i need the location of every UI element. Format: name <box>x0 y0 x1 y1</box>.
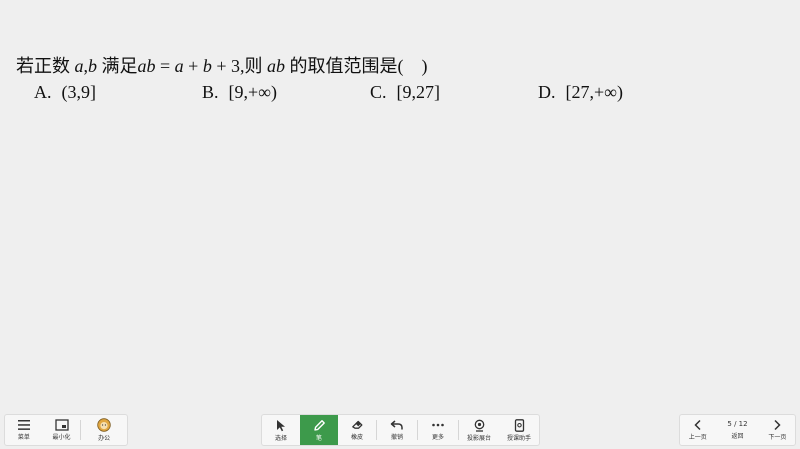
undo-button[interactable]: 撤销 <box>377 415 417 445</box>
option-text: [9,27] <box>396 82 441 102</box>
more-button[interactable]: 更多 <box>418 415 458 445</box>
question-part: 满足 <box>97 56 138 76</box>
variable: a <box>74 56 84 76</box>
phone-icon <box>514 418 524 432</box>
prev-page-button[interactable]: 上一页 <box>680 415 715 445</box>
right-toolbar: 上一页 5 / 12 返回 下一页 <box>679 414 796 446</box>
variable: ab <box>266 56 285 76</box>
option-text: [9,+∞) <box>228 82 277 102</box>
option-a: A. (3,9] <box>34 82 96 103</box>
page-indicator[interactable]: 5 / 12 返回 <box>715 415 759 445</box>
next-page-button[interactable]: 下一页 <box>760 415 795 445</box>
avatar-icon <box>97 418 111 432</box>
return-label: 返回 <box>731 432 744 440</box>
left-toolbar: 菜单 最小化 办公 <box>4 414 128 446</box>
cursor-icon <box>277 419 285 431</box>
question-part: = <box>155 56 175 76</box>
question-text: 若正数 a,b 满足ab = a + b + 3,则 ab 的取值范围是( ) <box>16 52 427 78</box>
option-letter: A. <box>34 82 52 102</box>
question-part: + <box>183 56 203 76</box>
answer-options: A. (3,9] B. [9,+∞) C. [9,27] D. [27,+∞) <box>0 82 800 106</box>
select-tool-button[interactable]: 选择 <box>262 415 300 445</box>
select-label: 选择 <box>274 434 287 442</box>
minimize-icon <box>54 419 69 431</box>
option-letter: C. <box>370 82 387 102</box>
pen-label: 笔 <box>315 434 322 442</box>
variable: ab <box>137 56 156 76</box>
menu-label: 菜单 <box>17 434 30 441</box>
projection-button[interactable]: 投影展台 <box>459 415 499 445</box>
undo-icon <box>390 420 403 430</box>
option-b: B. [9,+∞) <box>202 82 277 103</box>
center-toolbar: 选择 笔 橡皮 撤销 更多 投影展台 授课助手 <box>261 414 540 446</box>
next-page-label: 下一页 <box>768 434 787 441</box>
pen-icon <box>313 419 325 431</box>
projection-label: 投影展台 <box>466 434 491 442</box>
option-letter: D. <box>538 82 556 102</box>
office-label: 办公 <box>98 435 111 442</box>
question-part: 的取值范围是( ) <box>284 56 428 76</box>
minimize-label: 最小化 <box>52 434 71 441</box>
eraser-label: 橡皮 <box>350 434 363 441</box>
question-part: + 3,则 <box>211 56 267 76</box>
option-letter: B. <box>202 82 219 102</box>
minimize-button[interactable]: 最小化 <box>43 415 81 445</box>
more-label: 更多 <box>431 434 444 441</box>
chevron-left-icon <box>694 419 701 431</box>
variable: b <box>88 56 97 76</box>
option-text: (3,9] <box>61 82 97 102</box>
menu-icon <box>17 420 30 430</box>
eraser-tool-button[interactable]: 橡皮 <box>338 415 376 445</box>
office-button[interactable]: 办公 <box>81 415 127 445</box>
more-icon <box>432 423 444 427</box>
option-c: C. [9,27] <box>370 82 440 103</box>
eraser-icon <box>351 420 362 429</box>
teaching-assistant-button[interactable]: 授课助手 <box>499 415 539 445</box>
variable: b <box>202 56 212 76</box>
prev-page-label: 上一页 <box>688 434 707 441</box>
pen-tool-button[interactable]: 笔 <box>300 415 338 445</box>
undo-label: 撤销 <box>390 434 403 441</box>
camera-icon <box>474 419 484 432</box>
option-d: D. [27,+∞) <box>538 82 623 103</box>
variable: a <box>174 56 184 76</box>
chevron-right-icon <box>774 419 781 431</box>
page-number: 5 / 12 <box>727 419 748 428</box>
question-part: 若正数 <box>16 56 75 76</box>
option-text: [27,+∞) <box>565 82 623 102</box>
menu-button[interactable]: 菜单 <box>5 415 43 445</box>
teaching-assistant-label: 授课助手 <box>506 434 531 442</box>
